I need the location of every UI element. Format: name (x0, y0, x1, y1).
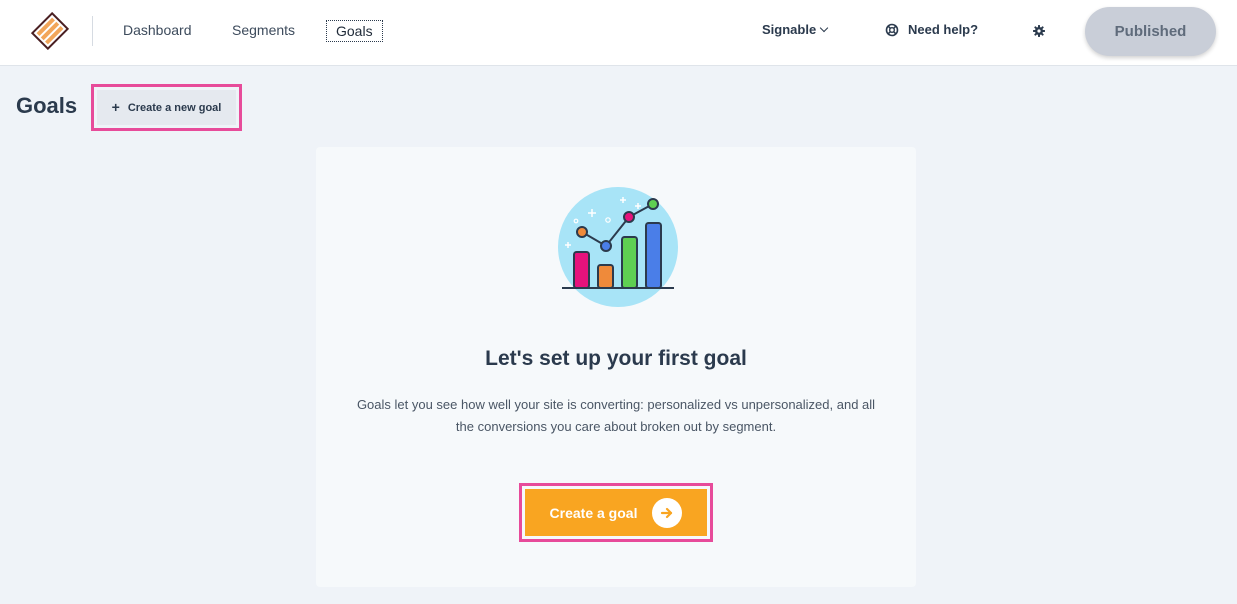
published-button[interactable]: Published (1085, 7, 1216, 56)
create-new-goal-button[interactable]: + Create a new goal (97, 90, 236, 125)
help-link[interactable]: Need help? (885, 22, 978, 37)
page-title: Goals (16, 93, 78, 118)
nav-segments[interactable]: Segments (232, 20, 295, 40)
arrow-right-icon (652, 497, 683, 528)
empty-state-title: Let's set up your first goal (485, 347, 747, 370)
top-nav-bar: Dashboard Segments Goals Signable Need h… (0, 0, 1237, 66)
help-label: Need help? (908, 22, 979, 37)
chevron-down-icon (819, 23, 829, 33)
logo-icon[interactable] (30, 12, 70, 50)
nav-goals[interactable]: Goals (326, 20, 383, 42)
account-switcher[interactable]: Signable (762, 22, 829, 37)
gear-icon[interactable] (1032, 24, 1046, 38)
chart-illustration (558, 187, 678, 307)
empty-state-description: Goals let you see how well your site is … (356, 397, 876, 434)
nav-dashboard[interactable]: Dashboard (123, 20, 192, 40)
create-goal-button[interactable]: Create a goal (525, 489, 707, 536)
logo-divider (92, 16, 93, 46)
create-new-goal-label: Create a new goal (127, 101, 222, 114)
lifebuoy-icon (885, 23, 899, 36)
create-goal-label: Create a goal (549, 504, 638, 521)
plus-icon: + (111, 98, 120, 115)
account-name: Signable (762, 22, 817, 37)
